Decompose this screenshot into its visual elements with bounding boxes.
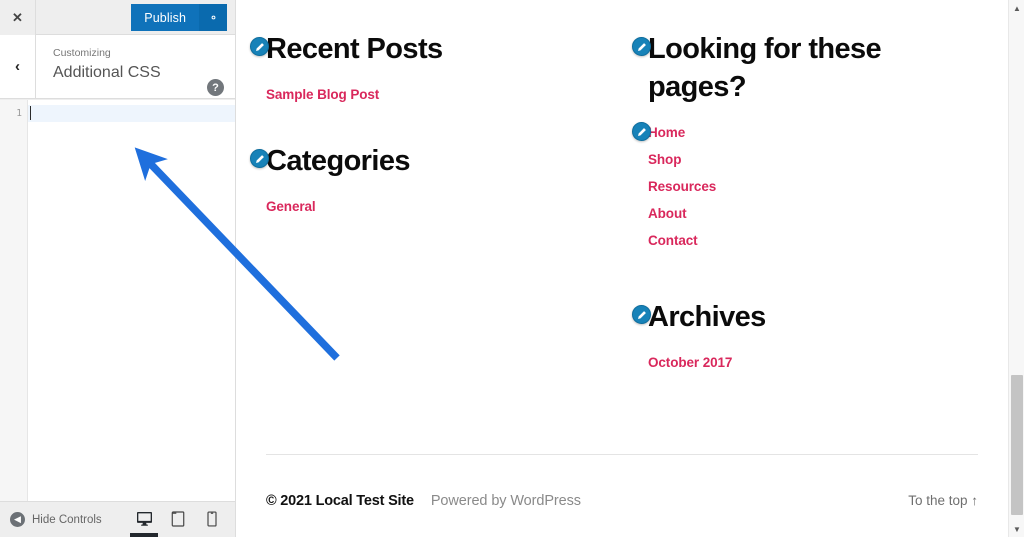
text-caret xyxy=(30,106,31,120)
editor-active-line xyxy=(28,105,235,122)
widget-link-list: Home Shop Resources About Contact xyxy=(632,122,978,250)
editor-line-number: 1 xyxy=(16,108,22,119)
widget-title: Categories xyxy=(266,145,410,177)
preview-content: Recent Posts Sample Blog Post Categories… xyxy=(236,0,1008,537)
publish-group: Publish xyxy=(131,4,227,31)
scrollbar-thumb[interactable] xyxy=(1011,375,1023,515)
footer-powered-by: Powered by WordPress xyxy=(430,493,581,509)
widget-looking-for-these-pages: Looking for these pages? Home Shop Resou… xyxy=(632,30,978,250)
site-footer: © 2021 Local Test Site Powered by WordPr… xyxy=(266,454,978,509)
footer-copyright: © 2021 Local Test Site xyxy=(266,493,414,509)
list-item: Home xyxy=(648,124,978,142)
additional-css-editor[interactable]: 1 xyxy=(0,100,235,501)
widget-link-list: October 2017 xyxy=(648,354,978,372)
chevron-left-circle-icon: ◀ xyxy=(10,512,25,527)
nav-link-contact[interactable]: Contact xyxy=(648,233,698,248)
nav-link-home[interactable]: Home xyxy=(648,125,685,140)
list-item: General xyxy=(266,198,596,216)
widget-title: Archives xyxy=(648,301,766,333)
chevron-down-icon[interactable]: ▼ xyxy=(1009,521,1024,537)
widget-title: Looking for these pages? xyxy=(648,33,882,103)
footer-divider xyxy=(266,454,978,455)
customizer-screen: ✕ Publish ‹ Customizing Additional CSS ?… xyxy=(0,0,1024,537)
list-item: Sample Blog Post xyxy=(266,86,596,104)
device-preview-group xyxy=(127,501,229,537)
pencil-edit-icon[interactable] xyxy=(250,149,269,168)
pencil-edit-icon[interactable] xyxy=(632,122,651,141)
pencil-edit-icon[interactable] xyxy=(632,37,651,56)
site-preview-frame[interactable]: Recent Posts Sample Blog Post Categories… xyxy=(236,0,1008,537)
list-item: Resources xyxy=(648,178,978,196)
css-input[interactable] xyxy=(28,100,235,501)
mobile-icon[interactable] xyxy=(195,501,229,537)
widget-categories: Categories General xyxy=(250,142,596,216)
nav-link-shop[interactable]: Shop xyxy=(648,152,681,167)
widget-recent-posts: Recent Posts Sample Blog Post xyxy=(250,30,596,104)
gear-icon[interactable] xyxy=(199,4,227,31)
list-item: October 2017 xyxy=(648,354,978,372)
nav-link-resources[interactable]: Resources xyxy=(648,179,716,194)
widget-archives: Archives October 2017 xyxy=(632,298,978,372)
chevron-up-icon[interactable]: ▲ xyxy=(1009,0,1024,16)
widget-link[interactable]: October 2017 xyxy=(648,355,732,370)
widget-column-right: Looking for these pages? Home Shop Resou… xyxy=(632,30,978,406)
widget-link[interactable]: General xyxy=(266,199,316,214)
customizer-section-header: ‹ Customizing Additional CSS ? xyxy=(0,35,235,99)
publish-button[interactable]: Publish xyxy=(131,4,199,31)
widget-link-list: Sample Blog Post xyxy=(266,86,596,104)
browser-scrollbar[interactable]: ▲ ▼ xyxy=(1008,0,1024,537)
close-icon[interactable]: ✕ xyxy=(0,0,36,35)
pencil-edit-icon[interactable] xyxy=(250,37,269,56)
customizer-sidebar: ✕ Publish ‹ Customizing Additional CSS ?… xyxy=(0,0,236,537)
help-icon[interactable]: ? xyxy=(207,79,224,96)
footer-row: © 2021 Local Test Site Powered by WordPr… xyxy=(266,493,978,509)
breadcrumb-parent: Customizing xyxy=(53,47,111,59)
desktop-icon[interactable] xyxy=(127,501,161,537)
widget-column-left: Recent Posts Sample Blog Post Categories… xyxy=(250,30,596,406)
widget-link[interactable]: Sample Blog Post xyxy=(266,87,379,102)
customizer-topbar: ✕ Publish xyxy=(0,0,235,35)
breadcrumb: Customizing Additional CSS xyxy=(36,35,235,98)
to-the-top-link[interactable]: To the top ↑ xyxy=(908,493,978,508)
customizer-footer-bar: ◀ Hide Controls xyxy=(0,501,235,537)
list-item: About xyxy=(648,205,978,223)
widget-link-list: General xyxy=(266,198,596,216)
list-item: Contact xyxy=(648,232,978,250)
pencil-edit-icon[interactable] xyxy=(632,305,651,324)
tablet-icon[interactable] xyxy=(161,501,195,537)
hide-controls-label: Hide Controls xyxy=(32,513,102,526)
list-item: Shop xyxy=(648,151,978,169)
chevron-left-icon[interactable]: ‹ xyxy=(0,35,36,98)
nav-link-about[interactable]: About xyxy=(648,206,687,221)
widget-title: Recent Posts xyxy=(266,33,443,65)
hide-controls-button[interactable]: ◀ Hide Controls xyxy=(0,512,102,527)
gear-glyph xyxy=(208,12,219,23)
editor-gutter: 1 xyxy=(0,100,28,501)
widget-columns: Recent Posts Sample Blog Post Categories… xyxy=(250,30,978,406)
